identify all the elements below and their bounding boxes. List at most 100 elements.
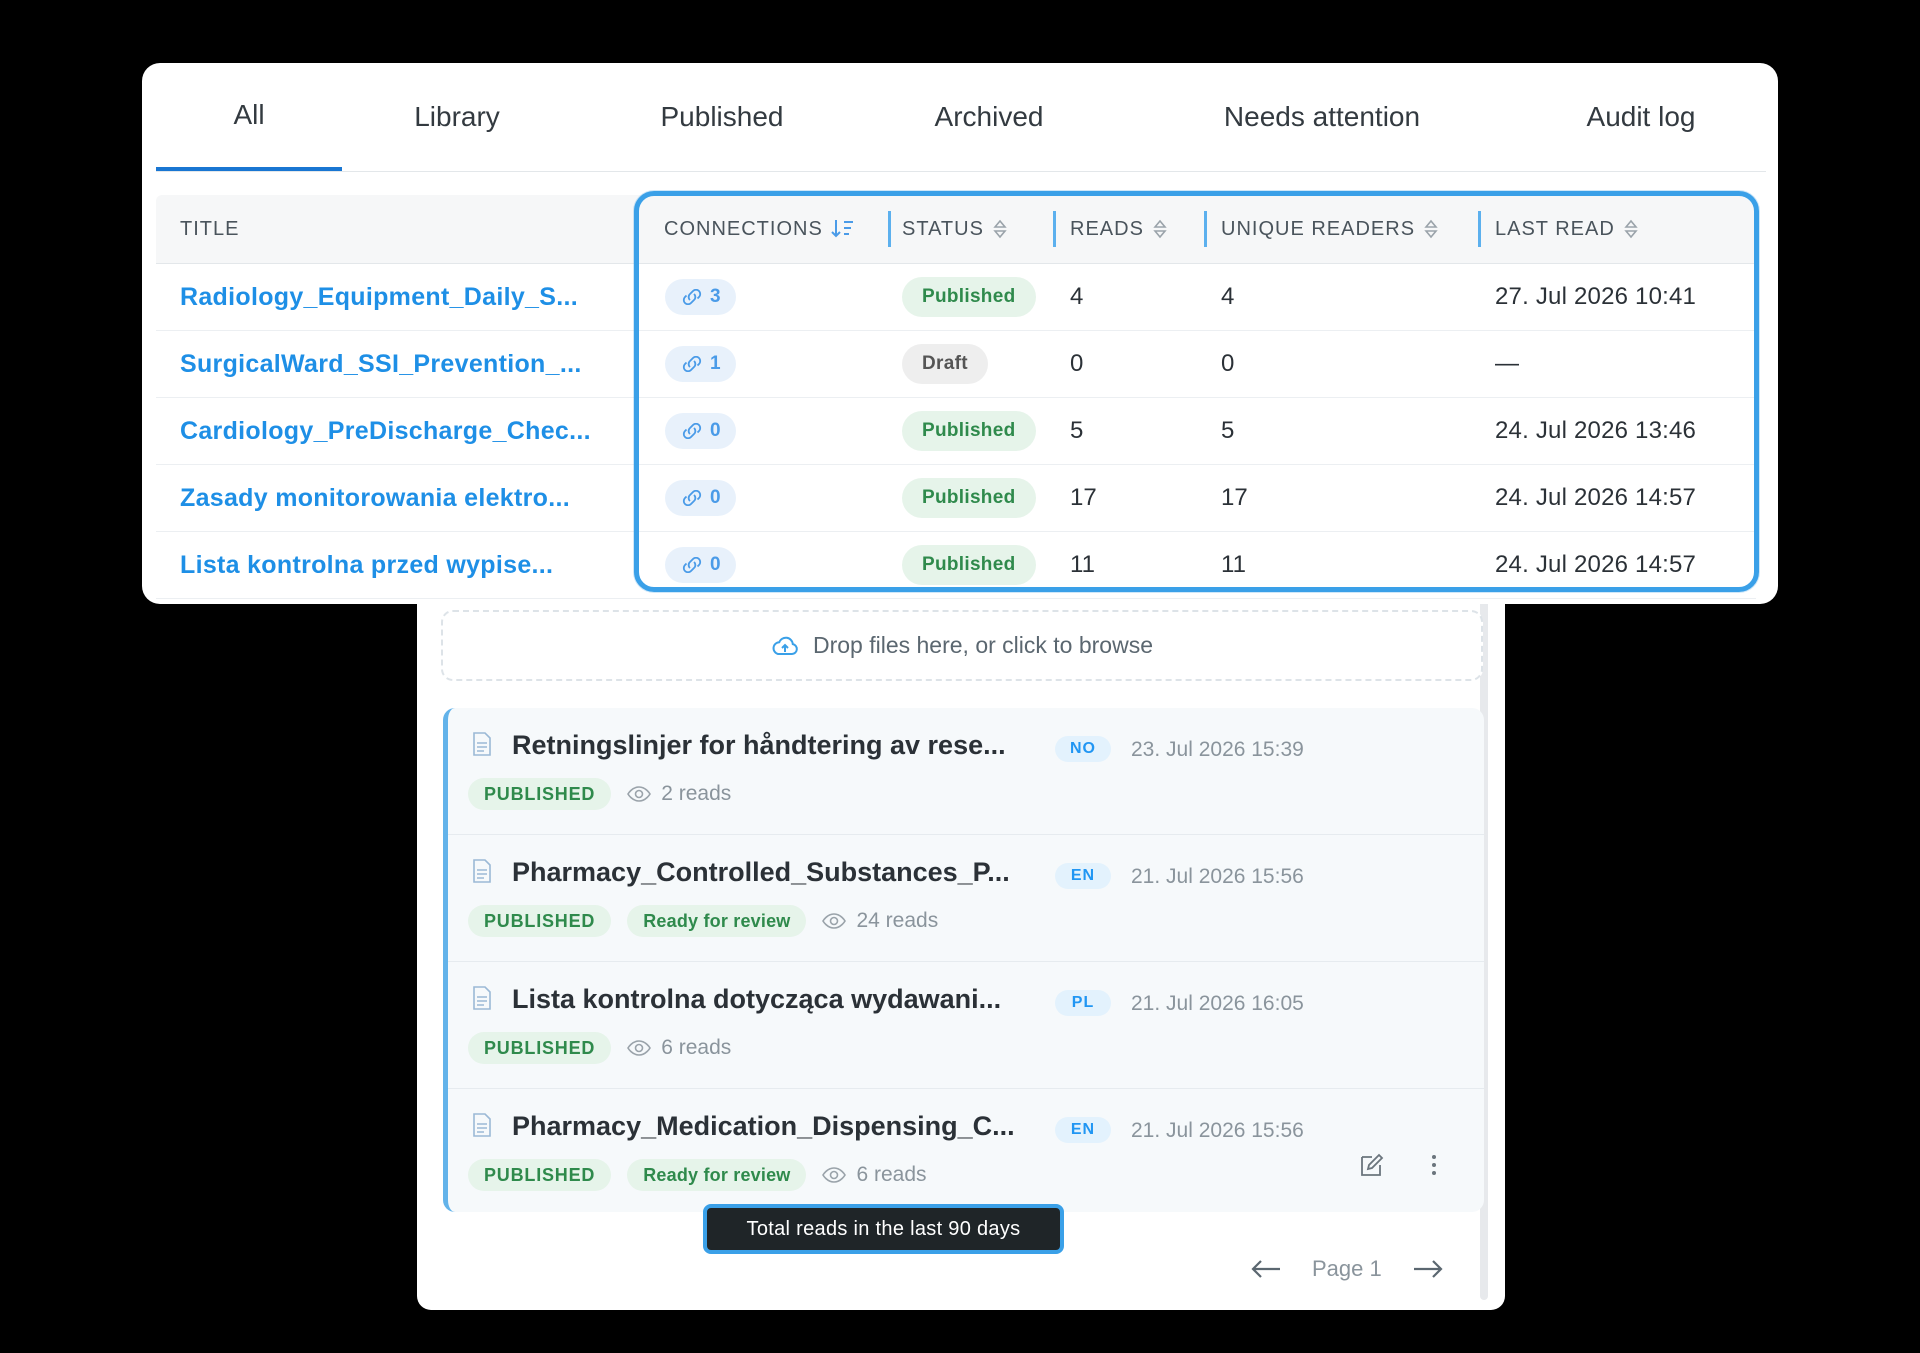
status-badge: PUBLISHED: [468, 778, 612, 810]
list-item[interactable]: Pharmacy_Medication_Dispensing_C... EN 2…: [448, 1089, 1484, 1212]
link-icon: [680, 289, 704, 305]
pagination: Page 1: [1250, 1253, 1444, 1285]
column-title-label: TITLE: [180, 217, 240, 240]
table-header: TITLE CONNECTIONS STATUS READS UNIQUE RE…: [156, 195, 1756, 264]
tab-audit-log[interactable]: Audit log: [1558, 63, 1724, 171]
reads-value: 11: [1070, 551, 1095, 578]
status-badge: Published: [902, 277, 1036, 317]
list-item[interactable]: Pharmacy_Controlled_Substances_P... EN 2…: [448, 835, 1484, 962]
tab-all[interactable]: All: [156, 63, 342, 171]
connections-badge[interactable]: 3: [665, 279, 736, 315]
column-connections-label: CONNECTIONS: [664, 217, 823, 240]
tab-needs-attention[interactable]: Needs attention: [1192, 63, 1452, 171]
reads-count: 6 reads: [822, 1163, 927, 1187]
link-icon: [680, 356, 704, 372]
unique-readers-value: 0: [1221, 350, 1235, 377]
document-date: 21. Jul 2026 16:05: [1131, 992, 1304, 1015]
reads-value: 0: [1070, 350, 1084, 377]
link-icon: [680, 490, 704, 506]
column-unique-readers-label: UNIQUE READERS: [1221, 217, 1416, 240]
language-badge: NO: [1055, 736, 1111, 762]
document-icon: [472, 731, 496, 760]
sort-icon[interactable]: [1152, 218, 1168, 240]
status-badge: PUBLISHED: [468, 1159, 612, 1191]
edit-icon[interactable]: [1356, 1149, 1388, 1181]
arrow-right-icon[interactable]: [1412, 1253, 1444, 1285]
column-status[interactable]: STATUS: [902, 195, 1008, 263]
table-row[interactable]: SurgicalWard_SSI_Prevention_... 1 Draft …: [156, 331, 1756, 398]
column-divider: [1053, 211, 1056, 247]
more-vertical-icon[interactable]: [1418, 1149, 1450, 1181]
status-badge: Published: [902, 411, 1036, 451]
language-badge: EN: [1055, 1117, 1111, 1143]
sort-icon[interactable]: [992, 218, 1008, 240]
column-divider: [1478, 211, 1481, 247]
status-badge: Published: [902, 545, 1036, 585]
connections-badge[interactable]: 0: [665, 413, 736, 449]
document-title-link[interactable]: SurgicalWard_SSI_Prevention_...: [180, 331, 582, 397]
column-connections[interactable]: CONNECTIONS: [664, 195, 855, 263]
status-badge: PUBLISHED: [468, 1032, 612, 1064]
reads-count: 2 reads: [627, 782, 731, 806]
connections-badge[interactable]: 1: [665, 346, 736, 382]
sort-icon[interactable]: [1423, 218, 1439, 240]
reads-value: 4: [1070, 283, 1084, 310]
documents-table: TITLE CONNECTIONS STATUS READS UNIQUE RE…: [156, 195, 1756, 599]
eye-icon: [822, 912, 847, 930]
status-badge: Draft: [902, 344, 988, 384]
document-title-link[interactable]: Radiology_Equipment_Daily_S...: [180, 264, 578, 330]
document-title-link[interactable]: Cardiology_PreDischarge_Chec...: [180, 398, 591, 464]
document-title[interactable]: Pharmacy_Medication_Dispensing_C...: [512, 1111, 1015, 1142]
column-reads[interactable]: READS: [1070, 195, 1168, 263]
last-read-value: 24. Jul 2026 13:46: [1495, 417, 1697, 444]
last-read-value: 24. Jul 2026 14:57: [1495, 484, 1697, 511]
table-row[interactable]: Lista kontrolna przed wypise... 0 Publis…: [156, 532, 1756, 599]
document-title[interactable]: Lista kontrolna dotycząca wydawani...: [512, 984, 1001, 1015]
column-reads-label: READS: [1070, 217, 1144, 240]
connections-count: 1: [710, 353, 721, 374]
last-read-value: 27. Jul 2026 10:41: [1495, 283, 1697, 310]
column-title[interactable]: TITLE: [180, 195, 239, 263]
page-label: Page 1: [1312, 1256, 1382, 1281]
sort-descending-icon[interactable]: [831, 218, 855, 240]
cloud-upload-icon: [771, 635, 799, 657]
table-row[interactable]: Cardiology_PreDischarge_Chec... 0 Publis…: [156, 398, 1756, 465]
link-icon: [680, 423, 704, 439]
file-dropzone[interactable]: Drop files here, or click to browse: [441, 610, 1483, 681]
reads-label: 2 reads: [661, 782, 732, 805]
connections-count: 0: [710, 487, 721, 508]
documents-table-panel: All Library Published Archived Needs att…: [142, 63, 1778, 604]
column-last-read[interactable]: LAST READ: [1495, 195, 1639, 263]
column-divider: [888, 211, 891, 247]
arrow-left-icon[interactable]: [1250, 1253, 1282, 1285]
connections-count: 0: [710, 420, 721, 441]
document-title-link[interactable]: Lista kontrolna przed wypise...: [180, 532, 553, 598]
language-badge: PL: [1055, 990, 1111, 1016]
reads-label: 6 reads: [856, 1163, 927, 1186]
table-row[interactable]: Zasady monitorowania elektro... 0 Publis…: [156, 465, 1756, 532]
column-status-label: STATUS: [902, 217, 984, 240]
list-item[interactable]: Lista kontrolna dotycząca wydawani... PL…: [448, 962, 1484, 1089]
connections-badge[interactable]: 0: [665, 480, 736, 516]
document-date: 21. Jul 2026 15:56: [1131, 1119, 1304, 1142]
table-row[interactable]: Radiology_Equipment_Daily_S... 3 Publish…: [156, 264, 1756, 331]
connections-count: 0: [710, 554, 721, 575]
tab-archived[interactable]: Archived: [904, 63, 1074, 171]
tab-published[interactable]: Published: [622, 63, 822, 171]
column-unique-readers[interactable]: UNIQUE READERS: [1221, 195, 1439, 263]
document-title-link[interactable]: Zasady monitorowania elektro...: [180, 465, 570, 531]
connections-badge[interactable]: 0: [665, 547, 736, 583]
tab-bar: All Library Published Archived Needs att…: [156, 63, 1766, 172]
list-item[interactable]: Retningslinjer for håndtering av rese...…: [448, 708, 1484, 835]
link-icon: [680, 557, 704, 573]
document-list: Retningslinjer for håndtering av rese...…: [443, 708, 1484, 1212]
tab-library[interactable]: Library: [382, 63, 532, 171]
document-icon: [472, 1112, 496, 1141]
column-divider: [1204, 211, 1207, 247]
reads-count: 24 reads: [822, 909, 938, 933]
sort-icon[interactable]: [1623, 218, 1639, 240]
document-title[interactable]: Retningslinjer for håndtering av rese...: [512, 730, 1006, 761]
unique-readers-value: 11: [1221, 551, 1246, 578]
dropzone-label: Drop files here, or click to browse: [812, 632, 1153, 658]
document-title[interactable]: Pharmacy_Controlled_Substances_P...: [512, 857, 1010, 888]
